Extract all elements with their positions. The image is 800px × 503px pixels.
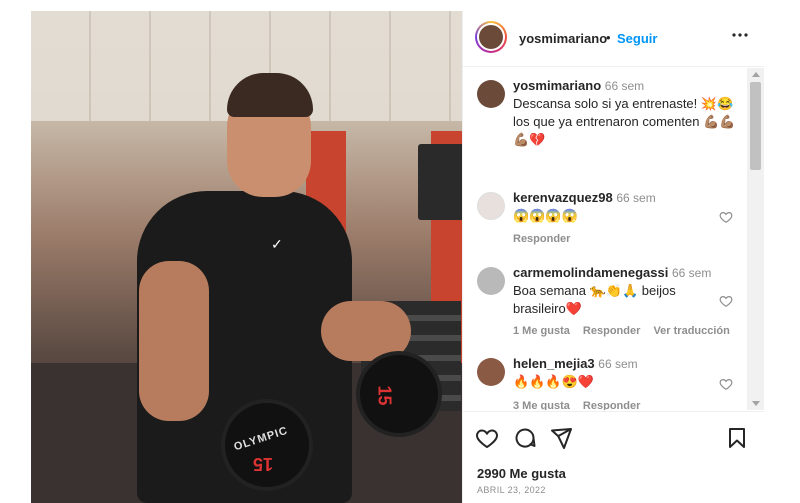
comment-text: Boa semana 🐆👏🙏 beijos	[513, 283, 676, 298]
like-comment-heart-icon[interactable]	[719, 294, 733, 308]
likes-count[interactable]: 2990 Me gusta	[477, 466, 566, 481]
caption-line: Descansa solo si ya entrenaste! 💥😂	[513, 96, 734, 111]
like-heart-icon[interactable]	[475, 426, 499, 450]
caption: yosmimariano 66 sem Descansa solo si ya …	[513, 77, 743, 149]
dumbbell-brand: OLYMPIC	[232, 424, 290, 454]
save-bookmark-icon[interactable]	[725, 426, 749, 450]
comment-text: 😱😱😱😱	[513, 208, 578, 223]
comment-time: 66 sem	[671, 266, 712, 280]
dumbbell-left: OLYMPIC 15	[221, 399, 313, 491]
caption-line: 💪🏽💔	[513, 132, 546, 147]
dumbbell-weight: 15	[253, 454, 274, 474]
comment-text: brasileiro❤️	[513, 301, 582, 316]
author-avatar[interactable]	[477, 80, 505, 108]
commenter-avatar[interactable]	[477, 358, 505, 386]
like-comment-heart-icon[interactable]	[719, 377, 733, 391]
like-comment-heart-icon[interactable]	[719, 210, 733, 224]
comment-time: 66 sem	[616, 191, 656, 205]
comment-username[interactable]: kerenvazquez98	[513, 190, 613, 205]
follow-button[interactable]: Seguir	[617, 31, 657, 46]
comment-actions: Responder	[513, 233, 580, 245]
caption-time: 66 sem	[604, 79, 645, 93]
comment: helen_mejia3 66 sem 🔥🔥🔥😍❤️	[513, 355, 733, 391]
author-avatar[interactable]	[475, 21, 507, 53]
comment-like-count[interactable]: 1 Me gusta	[513, 325, 570, 337]
speaker	[418, 144, 462, 220]
post-date: ABRIL 23, 2022	[477, 485, 546, 495]
post-header: yosmimariano • Seguir	[463, 11, 764, 67]
commenter-avatar[interactable]	[477, 192, 505, 220]
caption-line: los que ya entrenaron comenten 💪🏽💪🏽	[513, 114, 736, 129]
scroll-up-arrow-icon[interactable]	[752, 72, 760, 77]
post-actions: 2990 Me gusta ABRIL 23, 2022	[463, 411, 764, 503]
see-translation-button[interactable]: Ver traducción	[653, 325, 729, 337]
comment-like-count[interactable]: 3 Me gusta	[513, 400, 570, 410]
reply-button[interactable]: Responder	[513, 233, 570, 245]
comment-time: 66 sem	[598, 357, 638, 371]
comment: carmemolindamenegassi 66 sem Boa semana …	[513, 264, 733, 318]
reply-button[interactable]: Responder	[583, 400, 640, 410]
comment-username[interactable]: helen_mejia3	[513, 356, 595, 371]
comment-text: 🔥🔥🔥😍❤️	[513, 374, 594, 389]
comment: kerenvazquez98 66 sem 😱😱😱😱	[513, 189, 733, 225]
reply-button[interactable]: Responder	[583, 325, 640, 337]
dumbbell-right: 15	[356, 351, 442, 437]
comments-scrollbar[interactable]	[747, 68, 764, 410]
more-options-icon[interactable]	[730, 25, 750, 45]
man-arm-left	[139, 261, 209, 421]
post-side-panel: yosmimariano • Seguir yosmimariano 66 se…	[462, 11, 764, 503]
dumbbell-weight: 15	[374, 385, 395, 406]
comments-list[interactable]: yosmimariano 66 sem Descansa solo si ya …	[463, 68, 764, 410]
comment-bubble-icon[interactable]	[513, 426, 537, 450]
nike-logo-icon: ✓	[271, 236, 283, 252]
caption-username[interactable]: yosmimariano	[513, 78, 601, 93]
comment-username[interactable]: carmemolindamenegassi	[513, 265, 668, 280]
share-paper-plane-icon[interactable]	[549, 426, 573, 450]
separator-dot: •	[606, 30, 611, 45]
commenter-avatar[interactable]	[477, 267, 505, 295]
comment-actions: 1 Me gusta Responder Ver traducción	[513, 325, 740, 337]
author-username[interactable]: yosmimariano	[519, 31, 607, 46]
post-image[interactable]: ✓ OLYMPIC 15 15	[31, 11, 462, 503]
scroll-down-arrow-icon[interactable]	[752, 401, 760, 406]
scrollbar-thumb[interactable]	[750, 82, 761, 170]
comment-actions: 3 Me gusta Responder	[513, 400, 650, 410]
